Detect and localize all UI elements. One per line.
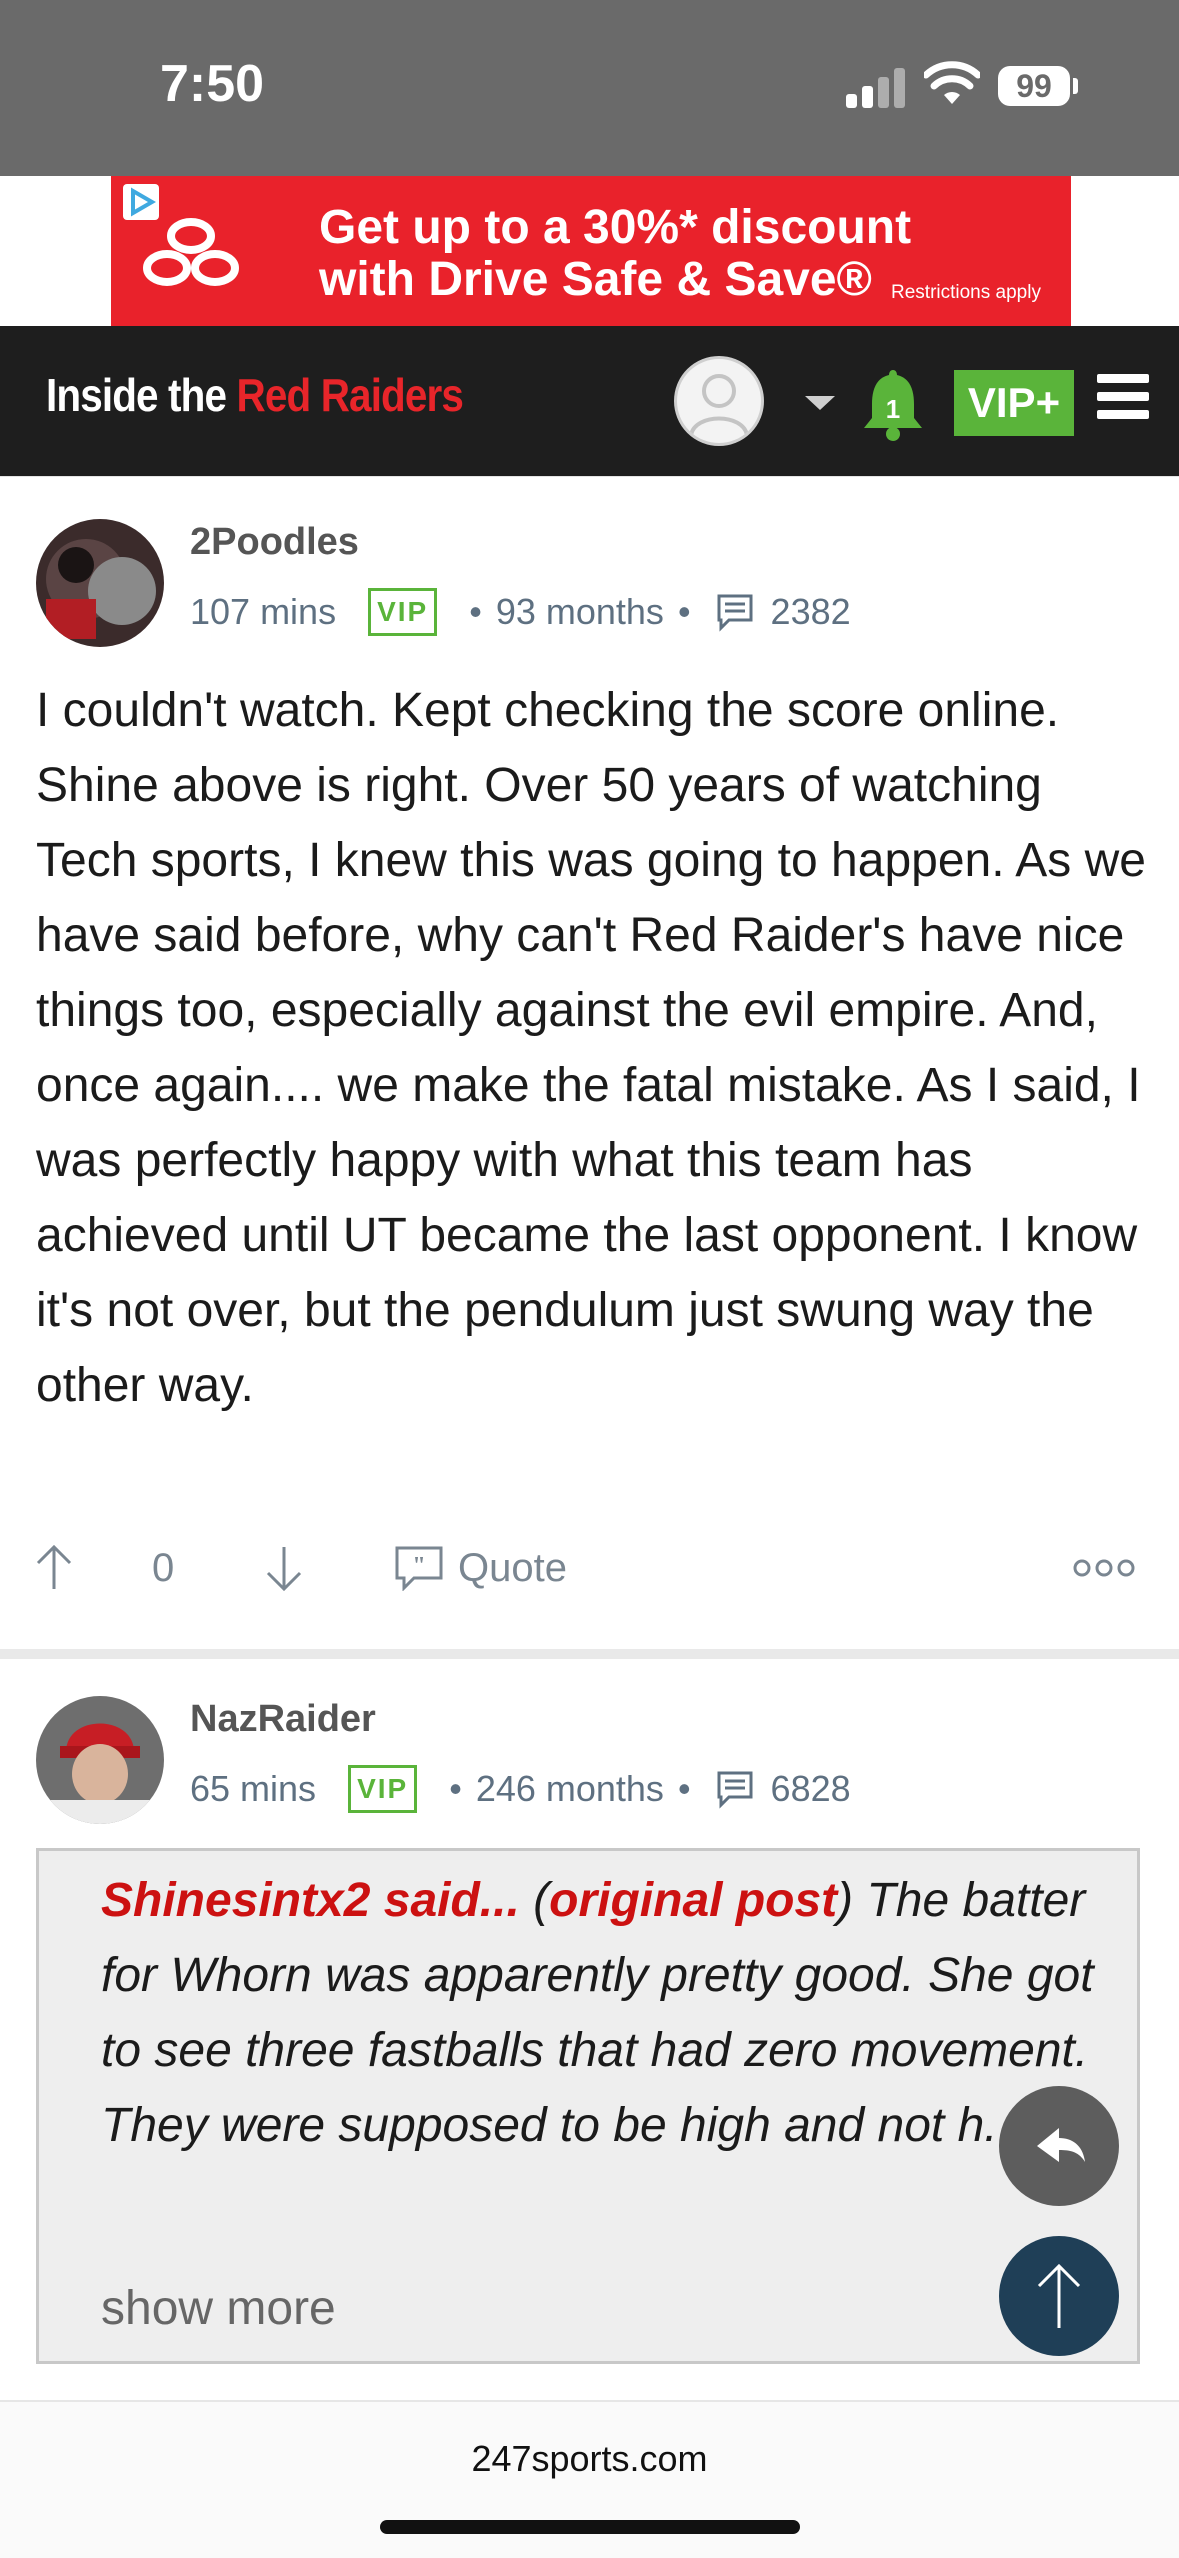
quote-button[interactable]: " Quote bbox=[394, 1528, 567, 1608]
home-indicator[interactable] bbox=[380, 2520, 800, 2534]
post-count-icon bbox=[717, 1771, 753, 1809]
post-username[interactable]: NazRaider bbox=[190, 1698, 376, 1741]
arrow-up-icon bbox=[36, 1544, 72, 1589]
hamburger-menu-icon[interactable] bbox=[1097, 374, 1149, 420]
avatar[interactable] bbox=[36, 1696, 164, 1824]
logo-text-white: Inside the bbox=[46, 369, 237, 421]
post-count-icon bbox=[717, 594, 753, 632]
scroll-to-top-button[interactable] bbox=[999, 2236, 1119, 2356]
cellular-signal-icon bbox=[846, 64, 906, 108]
page-url[interactable]: 247sports.com bbox=[0, 2438, 1179, 2480]
ad-headline-line2: with Drive Safe & Save® bbox=[319, 253, 872, 306]
notification-bell-icon[interactable]: 1 bbox=[860, 366, 926, 442]
show-more-link[interactable]: show more bbox=[101, 2281, 336, 2336]
vip-badge: VIP bbox=[368, 588, 438, 636]
status-bar: 7:50 99 bbox=[0, 0, 1179, 176]
user-avatar-button[interactable] bbox=[674, 356, 764, 446]
post-time: 65 mins bbox=[190, 1768, 317, 1809]
upvote-button[interactable] bbox=[34, 1528, 74, 1608]
battery-tip bbox=[1073, 78, 1078, 94]
ad-fine-print: Restrictions apply bbox=[891, 282, 1041, 303]
post-actions: 0 " Quote bbox=[0, 1528, 1179, 1608]
quoted-post: Shinesintx2 said... (original post) The … bbox=[36, 1848, 1140, 2364]
ad-headline-line1: Get up to a 30%* discount bbox=[319, 201, 912, 254]
logo-text-red: Red Raiders bbox=[236, 369, 464, 421]
site-logo[interactable]: Inside the Red Raiders bbox=[46, 368, 464, 422]
vote-count: 0 bbox=[152, 1545, 175, 1590]
vip-plus-button[interactable]: VIP+ bbox=[954, 370, 1074, 436]
forum-post: 2Poodles 107 mins VIP • 93 months • 2382… bbox=[0, 476, 1179, 1659]
reply-fab-button[interactable] bbox=[999, 2086, 1119, 2206]
status-time: 7:50 bbox=[160, 55, 265, 113]
post-meta: 107 mins VIP • 93 months • 2382 bbox=[190, 587, 851, 637]
separator-dot: • bbox=[677, 1768, 691, 1809]
post-tenure: 246 months bbox=[475, 1768, 664, 1809]
quote-paren-close: ) bbox=[837, 1874, 854, 1927]
more-dots-icon bbox=[1073, 1559, 1135, 1577]
separator-dot: • bbox=[449, 1768, 462, 1809]
user-silhouette-icon bbox=[689, 374, 749, 436]
post-time: 107 mins bbox=[190, 591, 337, 632]
arrow-up-icon bbox=[1037, 2263, 1081, 2328]
post-count: 6828 bbox=[770, 1768, 851, 1809]
downvote-button[interactable] bbox=[264, 1528, 304, 1608]
quote-label: Quote bbox=[458, 1545, 567, 1590]
post-count: 2382 bbox=[770, 591, 851, 632]
vip-badge: VIP bbox=[348, 1765, 418, 1813]
post-meta: 65 mins VIP • 246 months • 6828 bbox=[190, 1764, 851, 1814]
quote-icon: " bbox=[395, 1546, 443, 1591]
battery-icon: 99 bbox=[998, 66, 1070, 106]
notification-count: 1 bbox=[886, 394, 900, 424]
post-username[interactable]: 2Poodles bbox=[190, 521, 359, 564]
wifi-icon bbox=[924, 61, 980, 104]
state-farm-logo bbox=[143, 218, 239, 286]
reply-arrow-icon bbox=[1037, 2128, 1085, 2162]
post-tenure: 93 months bbox=[495, 591, 664, 632]
avatar[interactable] bbox=[36, 519, 164, 647]
quote-text: Shinesintx2 said... (original post) The … bbox=[101, 1863, 1101, 2163]
account-dropdown-caret-icon[interactable] bbox=[805, 396, 835, 410]
separator-dot: • bbox=[469, 591, 482, 632]
arrow-down-icon bbox=[266, 1547, 302, 1592]
site-header: Inside the Red Raiders 1 VIP+ bbox=[0, 326, 1179, 476]
quote-paren-open: ( bbox=[519, 1874, 550, 1927]
more-options-button[interactable] bbox=[1072, 1528, 1136, 1608]
svg-text:": " bbox=[412, 1553, 425, 1579]
quote-author-link[interactable]: Shinesintx2 said... bbox=[101, 1874, 520, 1927]
ad-banner[interactable]: Get up to a 30%* discount with Drive Saf… bbox=[111, 176, 1071, 326]
browser-address-bar[interactable]: 247sports.com bbox=[0, 2400, 1179, 2558]
original-post-link[interactable]: original post bbox=[549, 1874, 837, 1927]
separator-dot: • bbox=[677, 591, 691, 632]
post-body: I couldn't watch. Kept checking the scor… bbox=[36, 684, 1146, 1412]
